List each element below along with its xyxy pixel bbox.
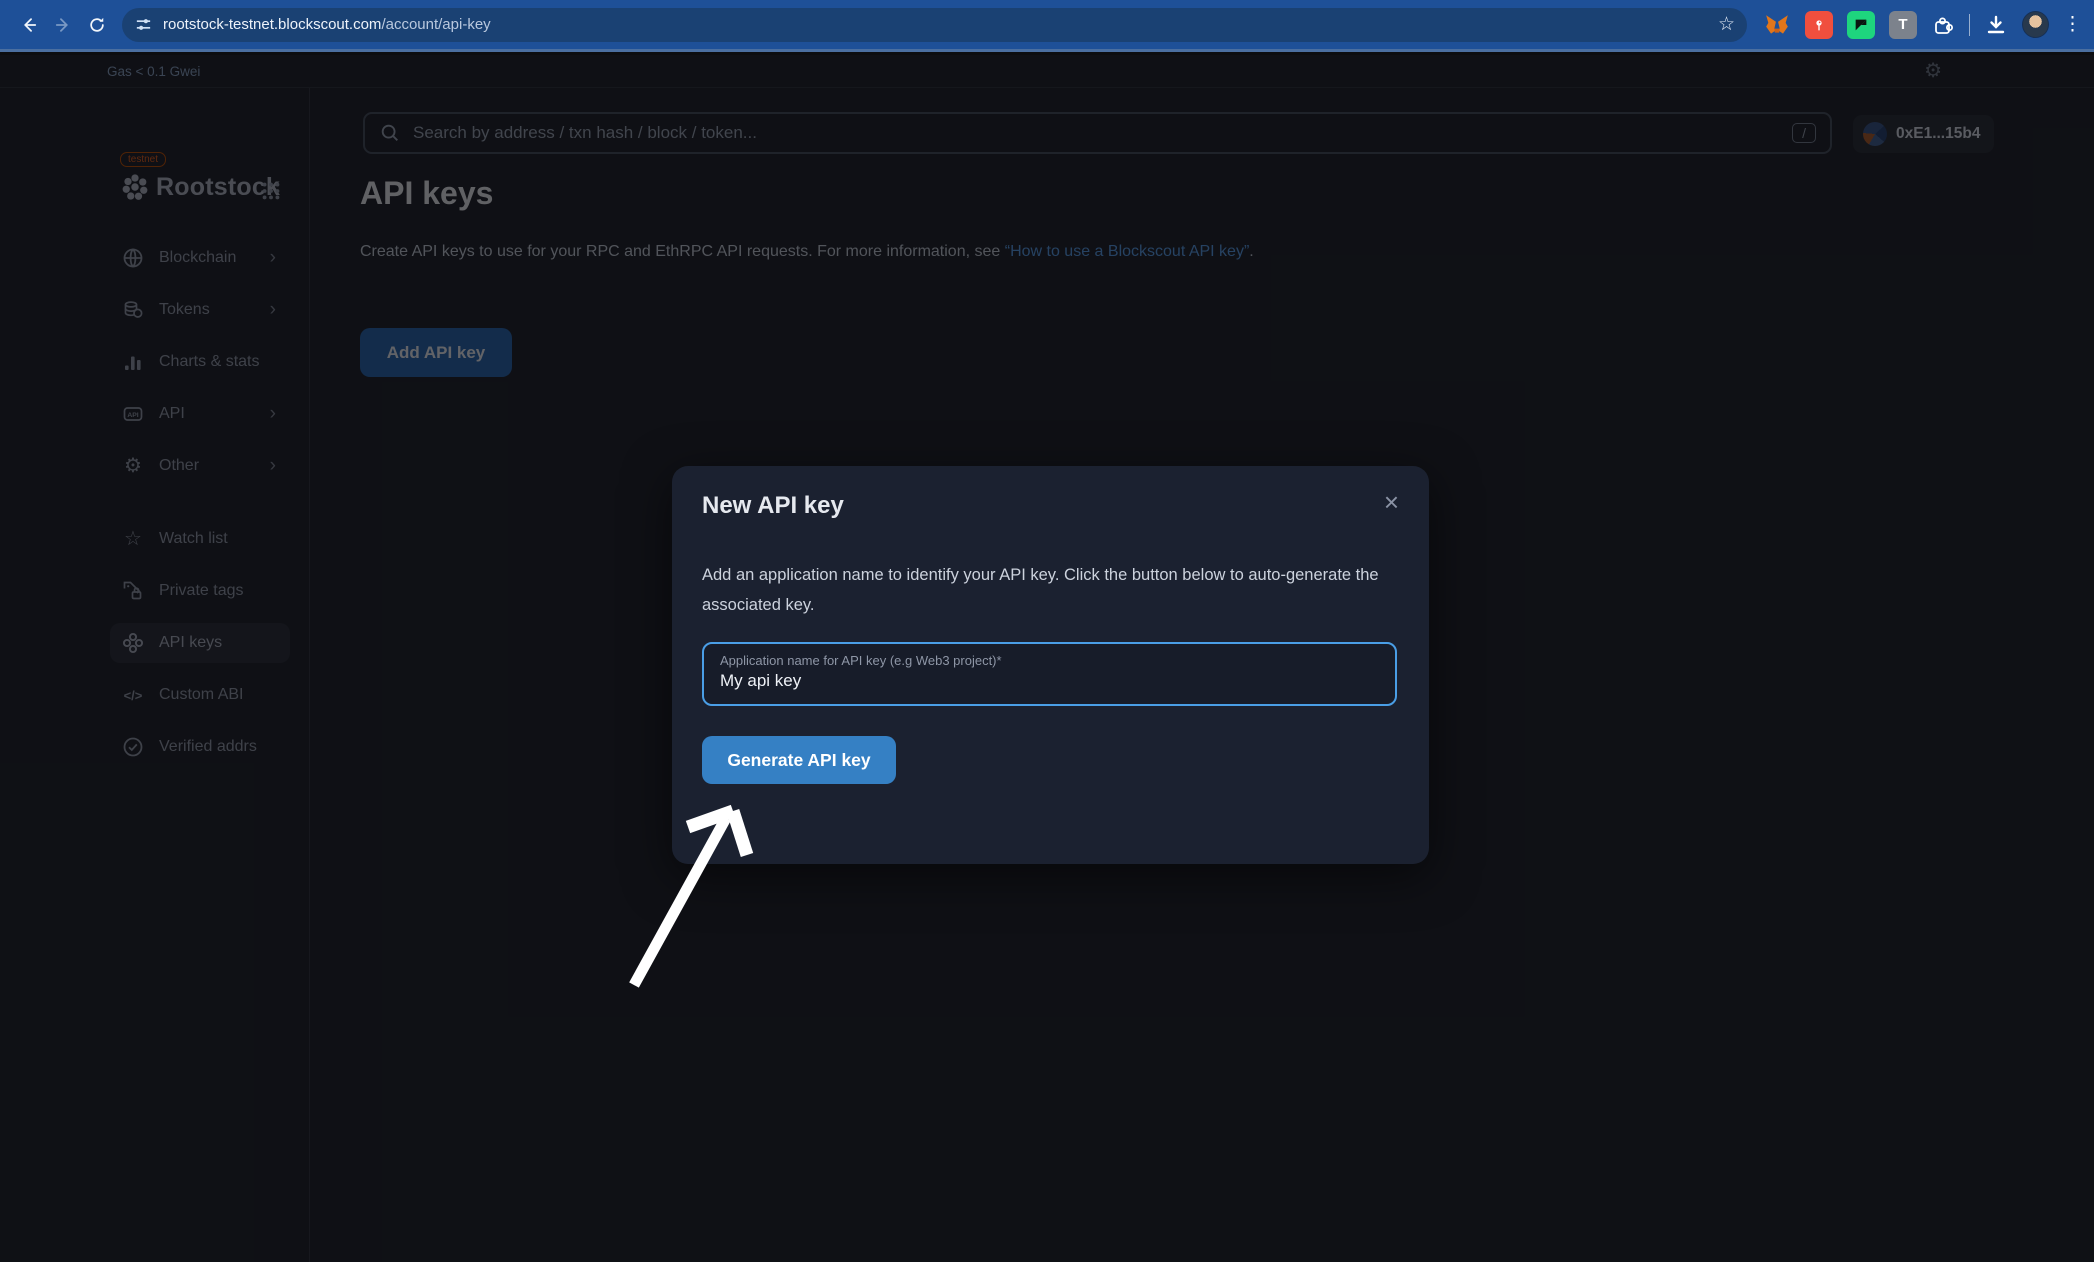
browser-chrome: rootstock-testnet.blockscout.com/account… <box>0 0 2094 52</box>
metamask-extension-icon[interactable] <box>1763 11 1791 39</box>
extensions-row: T ⋮ <box>1757 11 2082 39</box>
fox-icon <box>1764 12 1790 38</box>
screen: rootstock-testnet.blockscout.com/account… <box>0 0 2094 1262</box>
new-api-key-modal: New API key × Add an application name to… <box>672 466 1429 864</box>
download-icon <box>1984 13 2008 37</box>
url-path: /account/api-key <box>381 16 490 33</box>
url-host: rootstock-testnet.blockscout.com <box>163 16 381 33</box>
bookmark-star-icon[interactable]: ☆ <box>1718 15 1735 34</box>
refresh-icon <box>87 15 107 35</box>
modal-description: Add an application name to identify your… <box>702 560 1402 620</box>
t-extension-label: T <box>1898 16 1907 33</box>
application-name-label: Application name for API key (e.g Web3 p… <box>720 653 1379 668</box>
pin-extension-icon[interactable] <box>1805 11 1833 39</box>
downloads-button[interactable] <box>1984 13 2008 37</box>
refresh-button[interactable] <box>80 8 114 42</box>
url-text: rootstock-testnet.blockscout.com/account… <box>163 16 491 33</box>
back-arrow-icon <box>19 15 39 35</box>
forward-arrow-icon <box>53 15 73 35</box>
pin-icon <box>1811 17 1827 33</box>
modal-header: New API key × <box>702 492 1399 520</box>
toolbar-separator <box>1969 14 1970 36</box>
browser-menu-icon[interactable]: ⋮ <box>2063 13 2082 36</box>
forward-button[interactable] <box>46 8 80 42</box>
application-name-field[interactable]: Application name for API key (e.g Web3 p… <box>702 642 1397 706</box>
t-extension-icon[interactable]: T <box>1889 11 1917 39</box>
site-info-icon[interactable] <box>134 15 153 34</box>
extensions-puzzle-icon[interactable] <box>1931 13 1955 37</box>
browser-profile-avatar[interactable] <box>2022 11 2049 38</box>
modal-close-button[interactable]: × <box>1384 492 1399 512</box>
flag-icon <box>1853 17 1869 33</box>
generate-api-key-button[interactable]: Generate API key <box>702 736 896 784</box>
modal-title: New API key <box>702 492 844 520</box>
application-name-input[interactable] <box>720 671 1379 691</box>
green-extension-icon[interactable] <box>1847 11 1875 39</box>
puzzle-icon <box>1931 13 1955 37</box>
url-bar[interactable]: rootstock-testnet.blockscout.com/account… <box>122 8 1747 42</box>
back-button[interactable] <box>12 8 46 42</box>
